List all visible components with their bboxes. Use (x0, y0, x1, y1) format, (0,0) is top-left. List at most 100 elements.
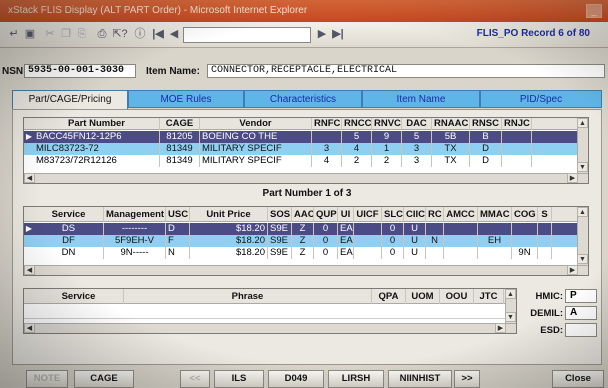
col-slc: SLC (384, 207, 404, 222)
nsn-label: NSN: (2, 66, 27, 77)
cell-cage: 81205 (160, 131, 200, 143)
cell-rnsc: D (470, 143, 502, 155)
col-rnaac: RNAAC (434, 118, 470, 130)
part-grid-vscroll[interactable]: ▲ ▼ (577, 118, 588, 173)
next-record-icon[interactable]: ▶ (314, 27, 330, 42)
scroll-left-icon[interactable]: ◀ (24, 265, 35, 275)
record-indicator: FLIS_PO Record 6 of 80 (476, 28, 590, 39)
management-grid-vscroll[interactable]: ▲ ▼ (577, 207, 588, 265)
cell-rnjc (502, 155, 532, 167)
table-row[interactable] (24, 305, 516, 319)
part-grid-hscroll[interactable]: ◀ ▶ (24, 173, 588, 183)
scroll-up-icon[interactable]: ▲ (505, 289, 516, 299)
cell-mmac (478, 223, 512, 235)
nsn-field[interactable]: 5935-00-001-3030 (24, 64, 136, 78)
scroll-left-icon[interactable]: ◀ (24, 173, 35, 183)
prev-record-icon[interactable]: ◀ (166, 27, 182, 42)
scroll-down-icon[interactable]: ▼ (577, 254, 588, 264)
niinhist-button[interactable]: NIINHIST (388, 370, 452, 388)
tab-strip: Part/CAGE/Pricing MOE Rules Characterist… (12, 90, 602, 110)
ils-button[interactable]: ILS (214, 370, 264, 388)
scroll-down-icon[interactable]: ▼ (505, 312, 516, 322)
col-rncc: RNCC (344, 118, 372, 130)
cell-ui: EA (340, 223, 354, 235)
cell-usc: F (166, 235, 190, 247)
tab-item-name[interactable]: Item Name (362, 90, 480, 108)
cell-amcc (444, 223, 478, 235)
cell-service: DS (34, 223, 104, 235)
note-button[interactable]: NOTE (26, 370, 68, 388)
nsn-row: NSN: 5935-00-001-3030 Item Name: CONNECT… (0, 48, 608, 88)
col-phrase: Phrase (124, 289, 372, 304)
scroll-right-icon[interactable]: ▶ (567, 265, 578, 275)
paste-icon[interactable]: ⎘ (74, 27, 90, 42)
cell-ciic: U (404, 235, 426, 247)
cell-rnvc: 9 (372, 131, 402, 143)
cell-service: DN (34, 247, 104, 259)
tab-moe-rules[interactable]: MOE Rules (128, 90, 244, 108)
table-row[interactable]: MILC83723-72 81349 MILITARY SPECIF 3 4 1… (24, 143, 588, 155)
table-row[interactable]: DF 5F9EH-V F $18.20 S9E Z 0 EA 0 U N EH (24, 235, 588, 247)
cell-sos: S9E (268, 235, 292, 247)
table-row[interactable]: ▶ BACC45FN12-12P6 81205 BOEING CO THE 5 … (24, 131, 588, 143)
scroll-down-icon[interactable]: ▼ (577, 162, 588, 172)
table-row[interactable]: ▶ DS -------- D $18.20 S9E Z 0 EA 0 U (24, 223, 588, 235)
management-grid-hscroll[interactable]: ◀ ▶ (24, 265, 588, 275)
cage-button[interactable]: CAGE (74, 370, 134, 388)
save-icon[interactable]: ▣ (22, 27, 38, 42)
scroll-left-icon[interactable]: ◀ (24, 323, 35, 333)
col-usc: USC (168, 207, 190, 222)
item-name-field[interactable]: CONNECTOR,RECEPTACLE,ELECTRICAL (207, 64, 605, 78)
cell-ciic: U (404, 247, 426, 259)
scroll-up-icon[interactable]: ▲ (577, 207, 588, 217)
d049-button[interactable]: D049 (268, 370, 324, 388)
info-icon[interactable]: ⓘ (132, 27, 148, 42)
last-record-icon[interactable]: ▶| (330, 27, 346, 42)
prev-page-button[interactable]: << (180, 370, 210, 388)
scroll-right-icon[interactable]: ▶ (495, 323, 506, 333)
cell-rc: N (426, 235, 444, 247)
back-icon[interactable]: ↵ (6, 27, 22, 42)
col-part-number: Part Number (34, 118, 160, 130)
scroll-right-icon[interactable]: ▶ (567, 173, 578, 183)
col-rnjc: RNJC (502, 118, 532, 130)
copy-icon[interactable]: ❐ (58, 27, 74, 42)
cell-cage: 81349 (160, 143, 200, 155)
title-bar: xStack FLIS Display (ALT PART Order) - M… (0, 0, 608, 22)
minimize-button[interactable]: _ (586, 4, 602, 18)
cell-ui: EA (340, 247, 354, 259)
scroll-up-icon[interactable]: ▲ (577, 118, 588, 128)
help-pointer-icon[interactable]: ⇱? (112, 27, 128, 42)
cell-rnaac: TX (432, 143, 470, 155)
hmic-field[interactable]: P (565, 289, 597, 303)
demil-field[interactable]: A (565, 306, 597, 320)
first-record-icon[interactable]: |◀ (150, 27, 166, 42)
col-sos: SOS (270, 207, 292, 222)
col-cog: COG (512, 207, 538, 222)
phrase-grid-vscroll[interactable]: ▲ ▼ (505, 289, 516, 323)
phrase-grid-header: Service Phrase QPA UOM OOU JTC (24, 289, 516, 304)
col-service: Service (34, 207, 104, 222)
print-icon[interactable]: ⎙ (94, 27, 110, 42)
col-service: Service (34, 289, 124, 304)
table-row[interactable]: M83723/72R12126 81349 MILITARY SPECIF 4 … (24, 155, 588, 167)
tab-pid-spec[interactable]: PID/Spec (480, 90, 602, 108)
cell-cog: 9N (512, 247, 538, 259)
phrase-grid-hscroll[interactable]: ◀ ▶ (24, 323, 516, 333)
col-cage: CAGE (160, 118, 200, 130)
close-button[interactable]: Close (552, 370, 604, 388)
tab-part-cage-pricing[interactable]: Part/CAGE/Pricing (12, 90, 128, 110)
cell-rnfc: 4 (312, 155, 342, 167)
table-row[interactable]: DN 9N----- N $18.20 S9E Z 0 EA 0 U 9N (24, 247, 588, 259)
cut-icon[interactable]: ✂ (42, 27, 58, 42)
cell-qup: 0 (314, 247, 338, 259)
tab-characteristics[interactable]: Characteristics (244, 90, 362, 108)
cell-sos: S9E (268, 223, 292, 235)
cell-uicf (354, 247, 382, 259)
lirsh-button[interactable]: LIRSH (328, 370, 384, 388)
hmic-label: HMIC: (535, 291, 563, 302)
record-slider[interactable] (183, 27, 311, 43)
esd-field[interactable] (565, 323, 597, 337)
cell-slc: 0 (382, 223, 404, 235)
next-page-button[interactable]: >> (454, 370, 480, 388)
